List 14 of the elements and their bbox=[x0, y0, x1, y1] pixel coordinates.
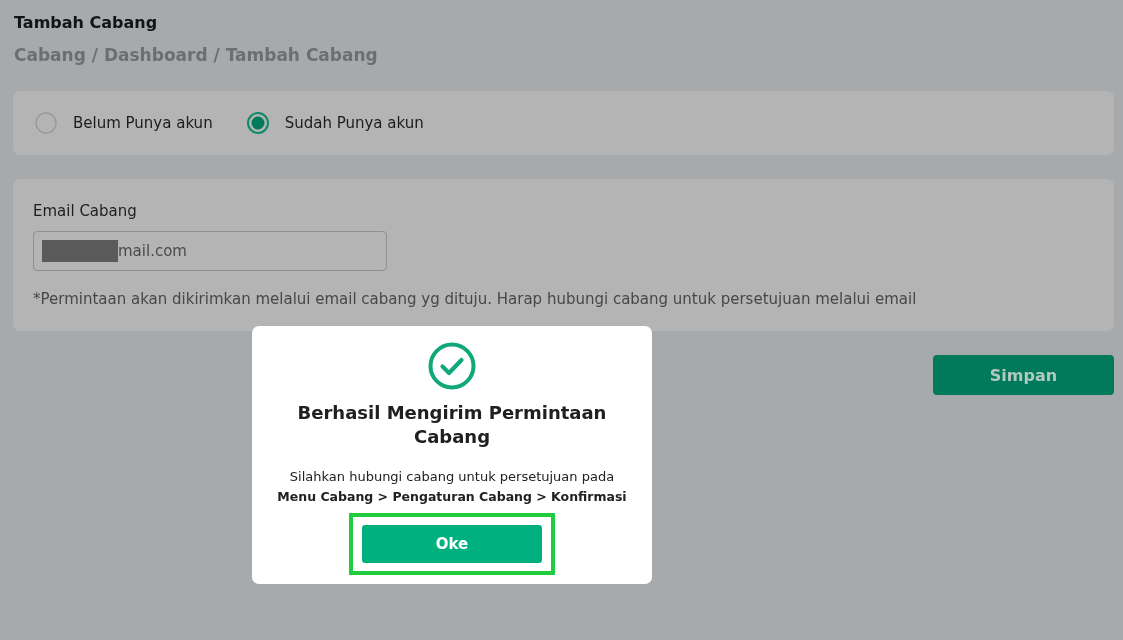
email-input-field[interactable]: mail.com bbox=[33, 231, 387, 271]
ok-button[interactable]: Oke bbox=[362, 525, 542, 563]
dialog-message: Silahkan hubungi cabang untuk persetujuan pada Menu Cabang > Pengaturan Cabang > Konfirmasi bbox=[277, 468, 627, 506]
dialog-title: Berhasil Mengirim Permintaan Cabang bbox=[296, 401, 608, 449]
page-title: Tambah Cabang bbox=[14, 12, 159, 34]
save-button[interactable]: Simpan bbox=[933, 355, 1114, 395]
check-circle-icon bbox=[428, 342, 476, 390]
radio-label: Belum Punya akun bbox=[73, 114, 213, 132]
field-label: Email Cabang bbox=[33, 201, 137, 221]
breadcrumb: Cabang / Dashboard / Tambah Cabang bbox=[14, 44, 379, 67]
radio-button[interactable] bbox=[246, 112, 269, 134]
helper-note: *Permintaan akan dikirimkan melalui email cabang yg dituju. Harap hubungi cabang untuk persetujuan melalui email bbox=[33, 289, 917, 309]
radio-button[interactable] bbox=[35, 112, 57, 134]
radio-label: Sudah Punya akun bbox=[284, 114, 424, 132]
